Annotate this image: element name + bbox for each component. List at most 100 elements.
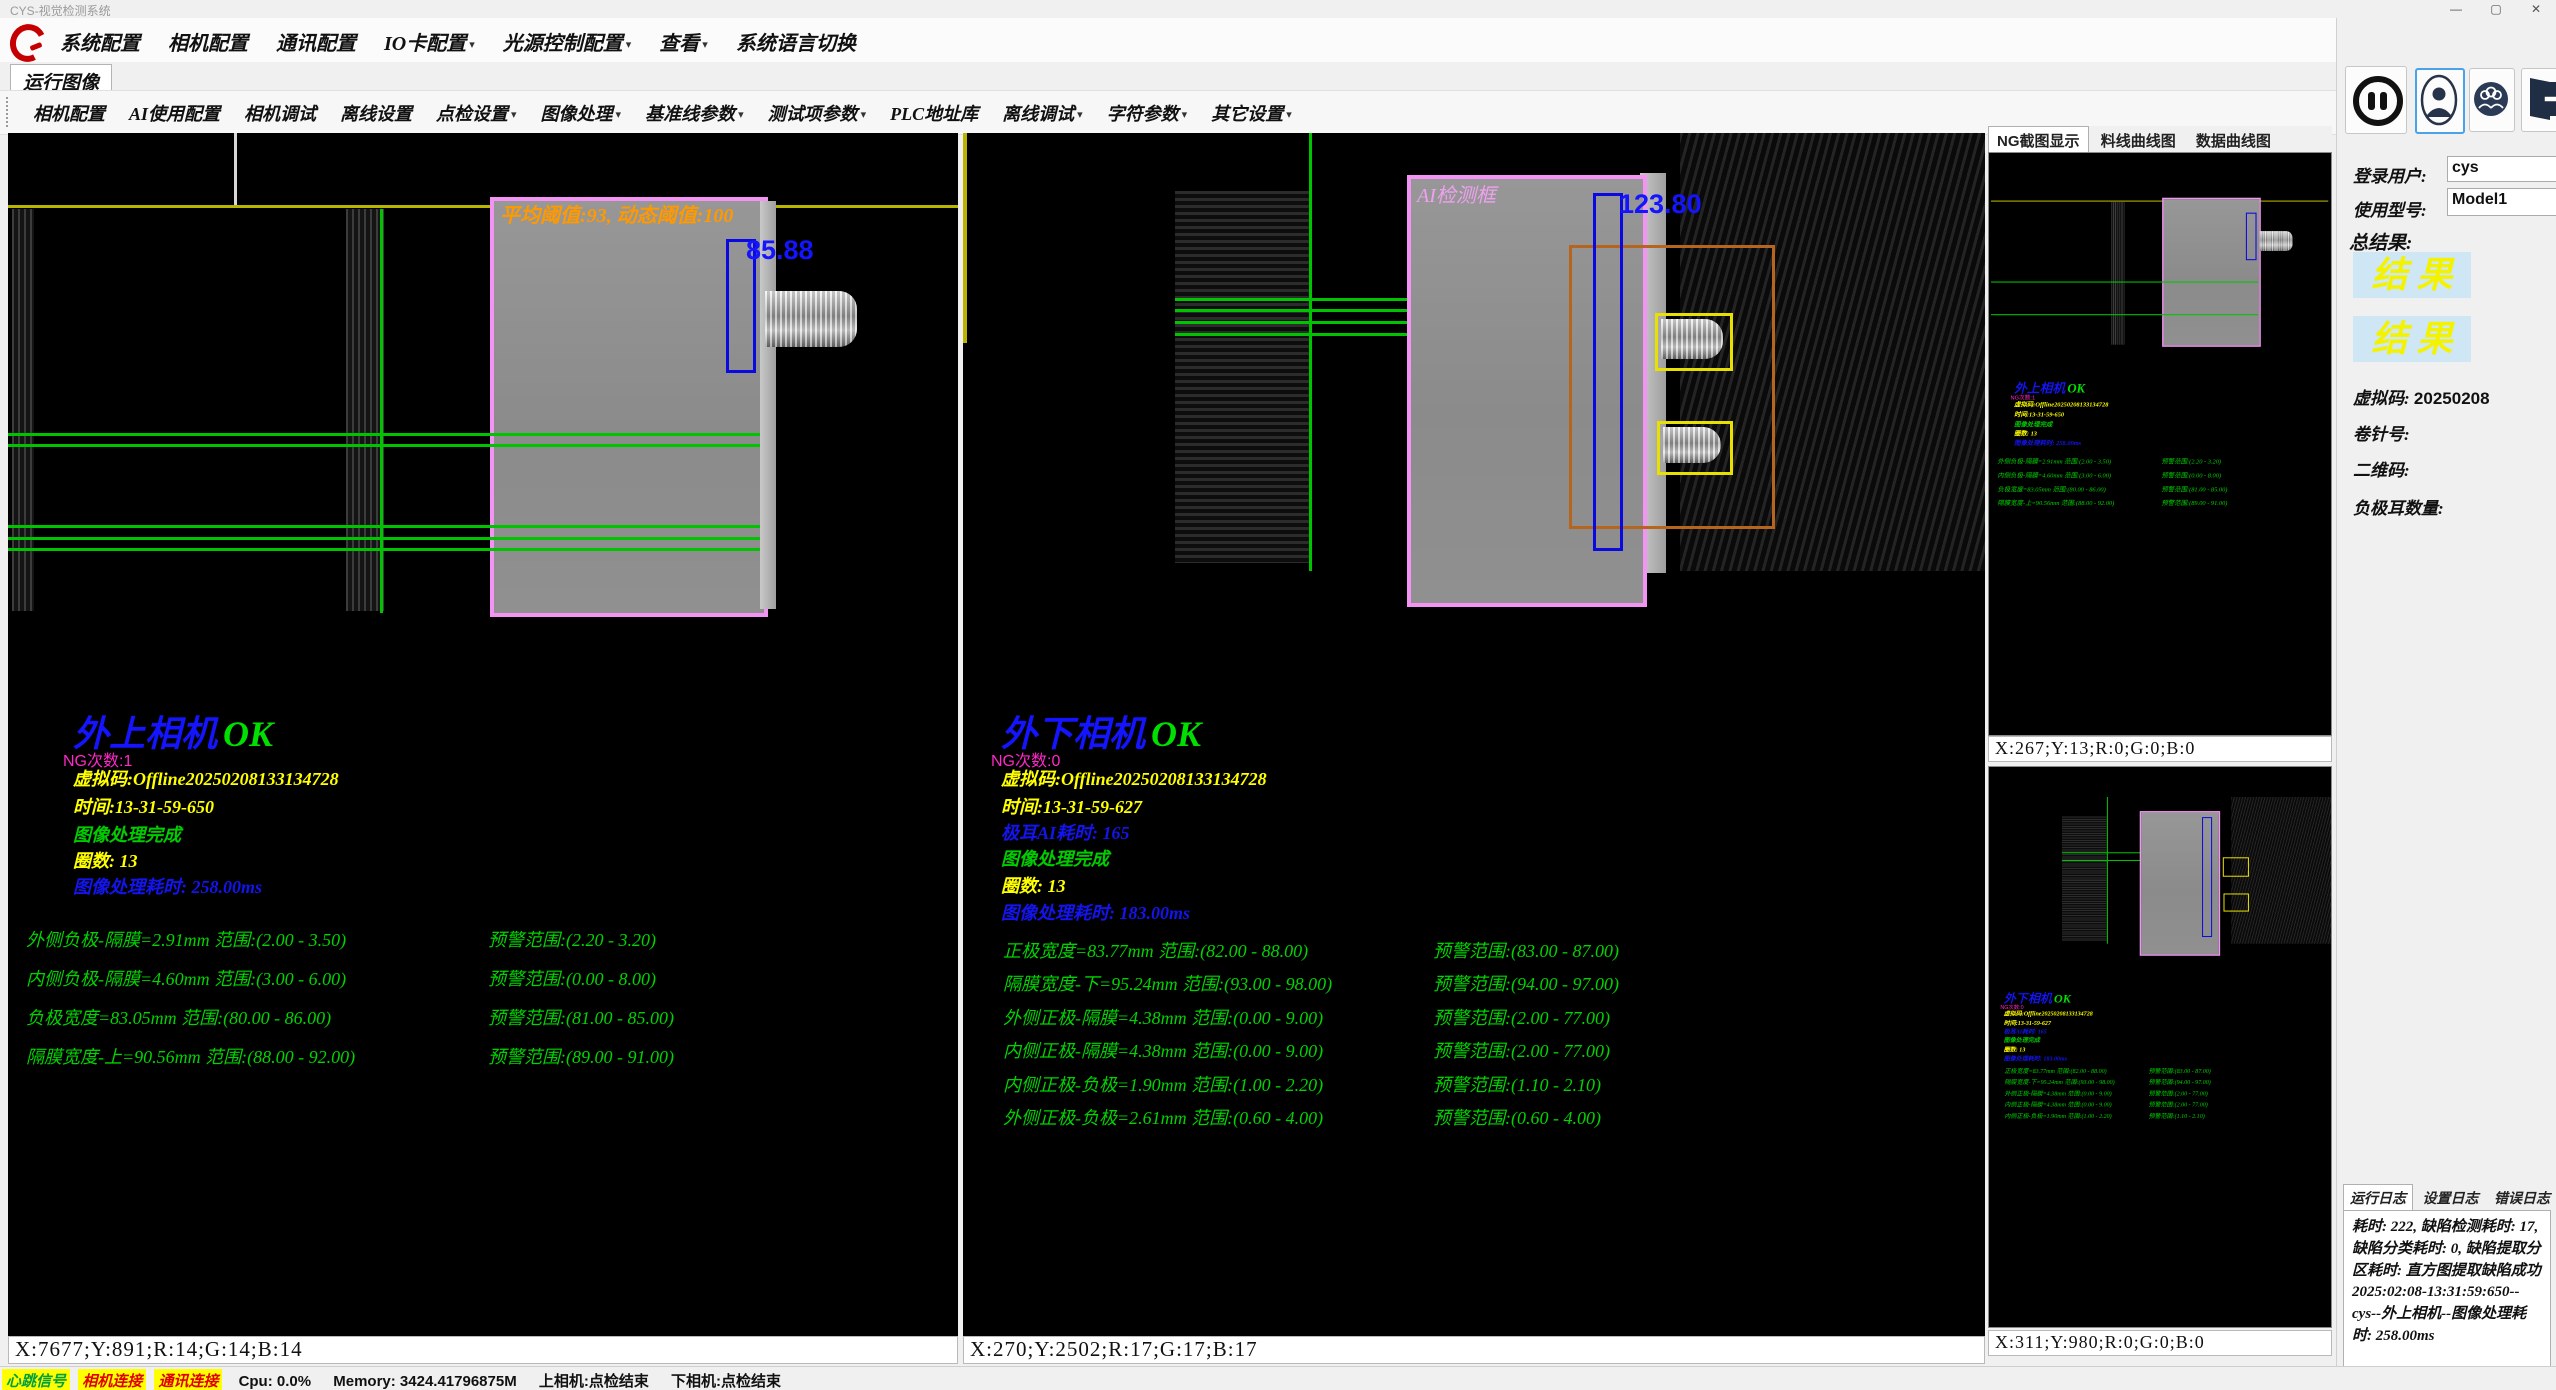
user-manage-button[interactable] [2469,68,2515,132]
login-user-field[interactable]: cys [2447,156,2556,182]
chevron-down-icon: ▾ [1182,109,1188,121]
ai-box-label: AI检测框 [1417,179,1496,208]
lower-camera-check-status: 下相机:点检结束 [671,1373,781,1390]
chevron-down-icon: ▾ [616,109,622,121]
toolbar-grip-handle[interactable] [6,97,8,127]
warning-range-text: 预警范围:(81.00 - 85.00) [488,1004,674,1030]
view-tab-row: 运行图像 [0,62,2556,91]
current-user-button[interactable] [2415,68,2465,134]
comm-link-badge: 通讯连接 [154,1369,222,1390]
tool-offline-debug[interactable]: 离线调试▾ [995,99,1090,127]
menu-comm-config[interactable]: 通讯配置 [268,25,364,58]
warning-range-text: 预警范围:(0.60 - 4.00) [1433,1104,1601,1130]
warning-range-text: 预警范围:(94.00 - 97.00) [1433,970,1619,996]
metal-pin [1663,427,1721,463]
texture-column [1175,191,1311,563]
bright-edge-line [234,133,237,205]
thumb1-pixel-status: X:267;Y:13;R:0;G:0;B:0 [1988,736,2332,762]
chevron-down-icon: ▾ [1077,109,1083,121]
virtual-code-label: 虚拟码: 20250208 [2353,384,2490,409]
run-log-text[interactable]: 耗时: 222, 缺陷检测耗时: 17, 缺陷分类耗时: 0, 缺陷提取分区耗时… [2343,1210,2551,1368]
lower-camera-pixel-status: X:270;Y:2502;R:17;G:17;B:17 [963,1336,1985,1364]
info-line: 极耳AI耗时: 165 [1001,819,1130,845]
warning-range-text: 预警范围:(1.10 - 2.10) [1433,1071,1601,1097]
tool-ai-use-config[interactable]: AI使用配置 [122,99,227,127]
app-window: CYS-视觉检测系统 — ▢ ✕ 系统配置 相机配置 通讯配置 IO卡配置▾ 光… [0,0,2556,1390]
warning-range-text: 预警范围:(0.00 - 8.00) [488,965,656,991]
green-line [8,548,760,551]
chevron-down-icon: ▾ [1286,109,1292,121]
tool-baseline-params[interactable]: 基准线参数▾ [638,99,751,127]
roll-pin-label: 卷针号: [2353,420,2410,445]
menu-view[interactable]: 查看▾ [651,25,716,58]
virtual-code-value: 20250208 [2414,389,2490,408]
result-box-lower: 结 果 [2353,316,2471,362]
upper-camera-pixel-status: X:7677;Y:891;R:14;G:14;B:14 [8,1336,958,1364]
warning-range-text: 预警范围:(89.00 - 91.00) [488,1043,674,1069]
menu-light-control-config[interactable]: 光源控制配置▾ [495,25,640,58]
app-logo-icon [8,22,42,56]
pause-button[interactable] [2345,66,2407,134]
result-box-upper: 结 果 [2353,252,2471,298]
info-line: 图像处理完成 [1001,845,1109,871]
tool-camera-config[interactable]: 相机配置 [26,99,112,127]
metal-pin [765,291,857,347]
tool-test-item-params[interactable]: 测试项参数▾ [761,99,874,127]
right-control-column: 登录用户: cys 使用型号: Model1 总结果: 结 果 结 果 虚拟码:… [2336,18,2556,1366]
measurement-text: 隔膜宽度-下=95.24mm 范围:(93.00 - 98.00) [1003,970,1332,996]
tool-image-processing[interactable]: 图像处理▾ [534,99,629,127]
sidebar-tab-bar: NG截图显示 料线曲线图 数据曲线图 [1988,126,2332,152]
chevron-down-icon: ▾ [738,109,744,121]
qr-code-label: 二维码: [2353,456,2410,481]
chevron-down-icon: ▾ [469,39,475,51]
measurement-text: 负极宽度=83.05mm 范围:(80.00 - 86.00) [26,1004,331,1030]
tab-settings-log[interactable]: 设置日志 [2417,1185,2485,1211]
model-field[interactable]: Model1 [2447,188,2556,216]
tab-data-curve[interactable]: 数据曲线图 [2188,127,2279,154]
menu-bar: 系统配置 相机配置 通讯配置 IO卡配置▾ 光源控制配置▾ 查看▾ 系统语言切换 [0,18,2556,63]
tab-error-log[interactable]: 错误日志 [2488,1185,2556,1211]
maximize-icon[interactable]: ▢ [2476,0,2516,18]
ng-thumbnail-upper[interactable]: 外上相机OK NG次数:1 虚拟码:Offline202502081331347… [1988,152,2332,736]
yellow-edge-line [963,133,967,343]
measurement-text: 内侧正极-隔膜=4.38mm 范围:(0.00 - 9.00) [1003,1037,1323,1063]
menu-camera-config[interactable]: 相机配置 [160,25,256,58]
green-line [8,433,760,436]
memory-usage-text: Memory: 3424.41796875M [333,1373,516,1390]
minimize-icon[interactable]: — [2436,0,2476,18]
login-user-label: 登录用户: [2353,162,2427,187]
menu-language-switch[interactable]: 系统语言切换 [728,25,864,58]
neg-tab-count-label: 负极耳数量: [2353,494,2444,519]
tab-material-curve[interactable]: 料线曲线图 [2093,127,2184,154]
tab-ng-capture[interactable]: NG截图显示 [1988,126,2089,154]
tool-char-params[interactable]: 字符参数▾ [1100,99,1195,127]
total-result-label: 总结果: [2349,228,2412,255]
info-line: 圈数: 13 [1001,872,1066,898]
exit-button[interactable] [2521,68,2556,132]
width-value-overlay: 85.88 [746,235,814,266]
pause-icon [2353,76,2403,126]
tool-offline-settings[interactable]: 离线设置 [333,99,419,127]
info-line: 图像处理耗时: 258.00ms [73,873,262,899]
measurement-text: 外侧负极-隔膜=2.91mm 范围:(2.00 - 3.50) [26,926,346,952]
metal-pin [1661,319,1723,359]
chevron-down-icon: ▾ [702,39,708,51]
lower-camera-view[interactable]: AI检测框 123.80 外下相机OK NG次数:0 虚拟码:Offline20… [963,133,1985,1336]
user-icon [2419,73,2459,127]
close-icon[interactable]: ✕ [2516,0,2556,18]
width-value-overlay: 123.80 [1619,189,1702,220]
tool-plc-address-lib[interactable]: PLC地址库 [883,99,985,127]
info-line: 圈数: 13 [73,847,138,873]
upper-camera-view[interactable]: 平均阈值:93, 动态阈值:100 85.88 外上相机OK NG次数:1 虚拟… [8,133,958,1336]
info-line: 时间:13-31-59-627 [1001,793,1142,819]
ng-thumbnail-lower[interactable]: 外下相机OK NG次数:0 虚拟码:Offline202502081331347… [1988,766,2332,1328]
measure-blue-box [1593,193,1623,551]
menu-system-config[interactable]: 系统配置 [52,25,148,58]
tool-camera-debug[interactable]: 相机调试 [237,99,323,127]
tab-run-log[interactable]: 运行日志 [2343,1184,2413,1211]
green-line [8,537,760,540]
measurement-text: 隔膜宽度-上=90.56mm 范围:(88.00 - 92.00) [26,1043,355,1069]
tool-other-settings[interactable]: 其它设置▾ [1204,99,1299,127]
menu-io-card-config[interactable]: IO卡配置▾ [376,25,483,58]
tool-spot-check[interactable]: 点检设置▾ [429,99,524,127]
